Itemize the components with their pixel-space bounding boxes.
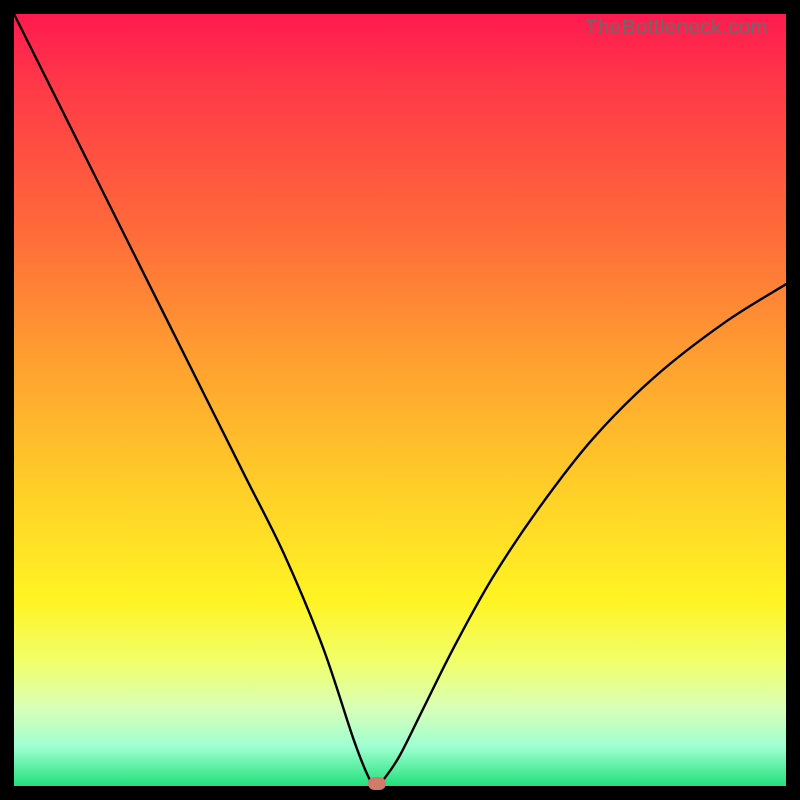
- chart-frame: TheBottleneck.com: [0, 0, 800, 800]
- plot-area: TheBottleneck.com: [14, 14, 786, 786]
- bottleneck-curve: [14, 14, 786, 786]
- optimal-point-marker: [368, 777, 386, 790]
